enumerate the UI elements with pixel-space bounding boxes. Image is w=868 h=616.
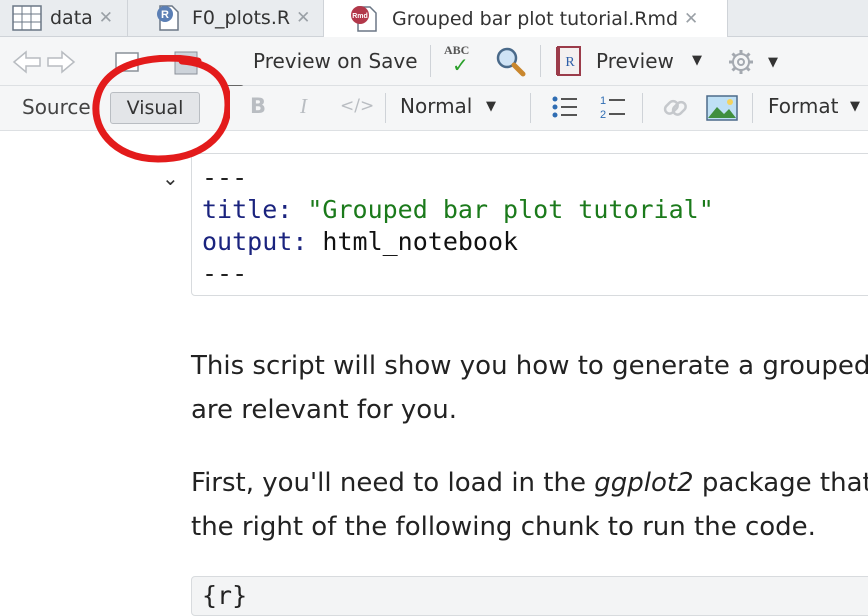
paragraph-style-select[interactable]: Normal ▼	[400, 92, 510, 124]
yaml-value: "Grouped bar plot tutorial"	[307, 195, 714, 224]
insert-image-icon[interactable]	[706, 94, 738, 122]
format-label: Format	[768, 94, 839, 118]
tab-label: F0_plots.R	[192, 7, 291, 29]
italic-button[interactable]: I	[300, 94, 307, 119]
chevron-down-icon: ▼	[850, 99, 860, 114]
chunk-header: {r}	[202, 581, 248, 610]
toolbar-divider	[642, 93, 643, 123]
toolbar-divider	[540, 45, 541, 77]
spellcheck-button[interactable]: ABC ✓	[444, 43, 480, 79]
table-icon	[12, 5, 42, 31]
knit-notebook-icon: R	[556, 46, 581, 76]
collapse-chevron-icon[interactable]: ⌄	[162, 166, 179, 190]
paragraph-line: This script will show you how to generat…	[191, 351, 868, 381]
paragraph-style-value: Normal	[400, 94, 473, 118]
tab-data[interactable]: data ✕	[0, 0, 128, 36]
paragraph-load-package[interactable]: First, you'll need to load in the ggplot…	[191, 461, 868, 549]
text-run: First, you'll need to load in the	[191, 468, 595, 498]
rmd-file-icon: Rmd	[351, 5, 377, 32]
find-replace-icon[interactable]	[494, 45, 526, 77]
svg-text:2: 2	[600, 109, 606, 121]
svg-text:R: R	[161, 9, 169, 21]
chevron-down-icon: ▼	[692, 53, 702, 68]
format-menu[interactable]: Format ▼	[768, 92, 868, 124]
paragraph-intro[interactable]: This script will show you how to generat…	[191, 344, 868, 432]
editor-tab-bar: data ✕ R F0_plots.R ✕ Rmd Grouped bar pl…	[0, 0, 868, 37]
close-icon[interactable]: ✕	[684, 9, 698, 29]
back-forward-icon[interactable]	[12, 49, 76, 75]
toolbar-divider	[752, 93, 753, 123]
gear-icon[interactable]	[726, 47, 756, 77]
numbered-list-icon[interactable]: 1 2	[598, 93, 626, 121]
package-name: ggplot2	[594, 468, 694, 498]
close-icon[interactable]: ✕	[296, 8, 310, 28]
code-format-icon[interactable]: </>	[340, 96, 374, 116]
yaml-delimiter: ---	[202, 163, 248, 192]
toolbar-divider	[530, 93, 531, 123]
paragraph-line: First, you'll need to load in the ggplot…	[191, 461, 868, 505]
svg-text:R: R	[565, 55, 575, 70]
link-icon[interactable]	[660, 94, 690, 122]
yaml-value: html_notebook	[322, 227, 519, 256]
paragraph-line: the right of the following chunk to run …	[191, 512, 816, 542]
source-mode-button[interactable]: Source	[22, 95, 91, 119]
preview-on-save-label: Preview on Save	[253, 49, 418, 73]
close-icon[interactable]: ✕	[99, 8, 113, 28]
code-chunk[interactable]: {r}	[191, 576, 868, 616]
yaml-output-line: output: html_notebook	[202, 227, 519, 256]
toolbar-divider	[430, 45, 431, 77]
bullet-list-icon[interactable]	[552, 95, 578, 119]
tab-label: data	[50, 7, 93, 29]
yaml-delimiter: ---	[202, 259, 248, 288]
text-run: package that	[693, 468, 868, 498]
bold-button[interactable]: B	[250, 94, 266, 118]
r-script-icon: R	[157, 5, 179, 31]
chevron-down-icon[interactable]: ▼	[768, 55, 778, 70]
yaml-title-line: title: "Grouped bar plot tutorial"	[202, 195, 714, 224]
preview-button[interactable]: R Preview ▼	[552, 43, 712, 79]
tab-label: Grouped bar plot tutorial.Rmd	[392, 7, 679, 30]
preview-label: Preview	[596, 49, 674, 73]
svg-text:Rmd: Rmd	[352, 13, 368, 20]
tab-f0-plots[interactable]: R F0_plots.R ✕	[128, 0, 324, 36]
svg-text:1: 1	[600, 95, 606, 107]
checkmark-icon: ✓	[452, 53, 469, 77]
yaml-key: output	[202, 227, 293, 256]
yaml-header-block[interactable]: --- title: "Grouped bar plot tutorial" o…	[191, 153, 868, 296]
annotation-circle	[92, 55, 230, 163]
paragraph-line: are relevant for you.	[191, 395, 457, 425]
tab-grouped-bar-rmd[interactable]: Rmd Grouped bar plot tutorial.Rmd ✕	[324, 0, 728, 37]
yaml-key: title	[202, 195, 278, 224]
chevron-down-icon: ▼	[486, 99, 496, 114]
toolbar-divider	[385, 93, 386, 123]
